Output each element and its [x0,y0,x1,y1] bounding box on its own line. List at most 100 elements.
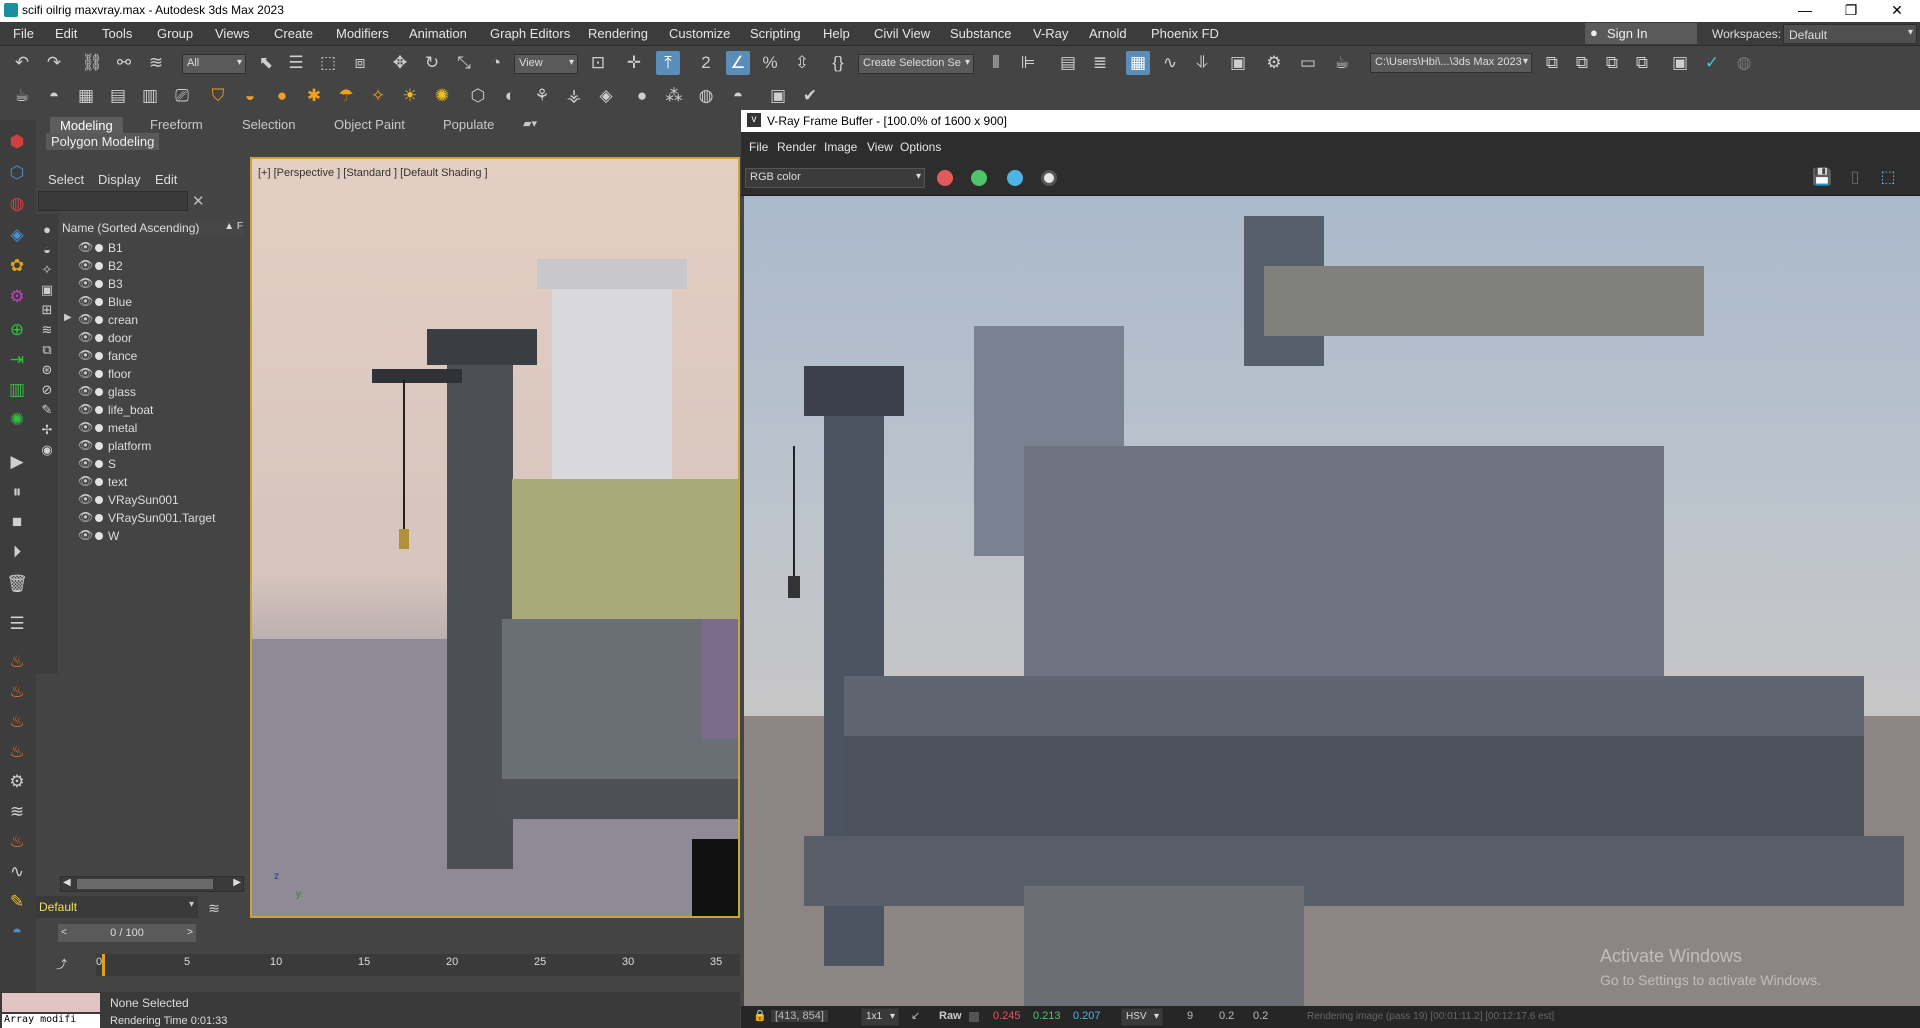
scene-object-row[interactable]: ▶ 👁 crean [60,311,242,329]
menu-customize[interactable]: Customize [669,26,730,41]
scene-object-row[interactable]: 👁 text [60,473,242,491]
toggle-ribbon-icon[interactable]: ▦ [1126,51,1150,75]
save-project-icon[interactable]: ▣ [1668,51,1692,75]
vray-ies-light-icon[interactable]: ✱ [302,84,326,108]
scene-object-row[interactable]: 👁 floor [60,365,242,383]
vray-material-icon[interactable]: ⁂ [662,84,686,108]
bind-spacewarp-icon[interactable]: ≋ [144,51,168,75]
pivot-center-icon[interactable]: ⊡ [586,51,610,75]
scroll-right-icon[interactable]: ▶ [233,877,241,888]
scene-object-row[interactable]: 👁 fance [60,347,242,365]
scene-object-row[interactable]: 👁 B1 [60,239,242,257]
scrollbar-thumb[interactable] [77,879,213,889]
scene-object-row[interactable]: 👁 life_boat [60,401,242,419]
ribbon-options-icon[interactable]: ▰▾ [523,117,537,130]
phoenix-smoke-icon[interactable]: ♨ [5,680,29,704]
visibility-eye-icon[interactable]: 👁 [78,348,93,362]
pipe-icon[interactable]: ⊕ [5,318,29,342]
visibility-eye-icon[interactable]: 👁 [78,276,93,290]
angle-snap-icon[interactable]: ∠ [726,51,750,75]
visibility-eye-icon[interactable]: 👁 [78,510,93,524]
vray-light-icon[interactable]: ⛉ [206,84,230,108]
visibility-eye-icon[interactable]: 👁 [78,420,93,434]
menu-rendering[interactable]: Rendering [588,26,648,41]
phoenix-wave-icon[interactable]: ∿ [5,860,29,884]
select-manipulate-icon[interactable]: ✛ [622,51,646,75]
visibility-eye-icon[interactable]: 👁 [78,438,93,452]
vray-bake-icon[interactable]: ▣ [766,84,790,108]
tab-populate[interactable]: Populate [443,117,494,132]
clear-search-icon[interactable]: ✕ [192,192,205,210]
menu-create[interactable]: Create [274,26,313,41]
menu-civil-view[interactable]: Civil View [874,26,930,41]
save-image-icon[interactable]: 💾 [1810,166,1834,190]
menu-vray[interactable]: V-Ray [1033,26,1068,41]
open-project-icon[interactable]: ⧉ [1540,51,1564,75]
sx-tab-display[interactable]: Display [98,172,141,187]
material-editor-icon[interactable]: ▣ [1226,51,1250,75]
utilities-icon[interactable]: ⚙ [5,285,29,309]
rendered-frame-window-icon[interactable]: ▭ [1296,51,1320,75]
vray-tool-2-icon[interactable]: ⧉ [1600,51,1624,75]
vray-proxy-icon[interactable]: ⬡ [466,84,490,108]
vfb-menu-render[interactable]: Render [777,140,816,154]
red-channel-button[interactable] [937,170,953,186]
menu-modifiers[interactable]: Modifiers [336,26,389,41]
timeline-ruler[interactable]: 0 5 10 15 20 25 30 35 [96,954,740,976]
channel-dropdown[interactable]: RGB color [745,168,925,188]
keyboard-shortcut-icon[interactable]: ⤒ [656,51,680,75]
render-frame-icon[interactable]: ◓ [42,84,66,108]
menu-scripting[interactable]: Scripting [750,26,801,41]
menu-phoenix-fd[interactable]: Phoenix FD [1151,26,1219,41]
curve-editor-mini-icon[interactable]: ⤴ [56,956,67,972]
teapot-icon[interactable]: ☕ [10,84,34,108]
sync-icon[interactable]: ◍ [1732,51,1756,75]
workspaces-dropdown[interactable]: Default [1783,24,1917,44]
percent-snap-icon[interactable]: % [758,51,782,75]
phoenix-source-icon[interactable]: ♨ [5,740,29,764]
vfb-menu-view[interactable]: View [867,140,893,154]
visibility-eye-icon[interactable]: 👁 [78,312,93,326]
layer-manager-icon[interactable]: ≋ [202,896,226,918]
phoenix-fire-icon[interactable]: ♨ [5,650,29,674]
vray-sphere-icon[interactable]: ● [630,84,654,108]
scene-object-row[interactable]: 👁 B2 [60,257,242,275]
green-channel-button[interactable] [971,170,987,186]
align-icon[interactable]: ⊫ [1016,51,1040,75]
menu-group[interactable]: Group [157,26,193,41]
burst-tool-icon[interactable]: ✺ [5,408,29,432]
vray-sky-icon[interactable]: ✺ [430,84,454,108]
scene-object-row[interactable]: 👁 S [60,455,242,473]
snaps-toggle-icon[interactable]: 2 [694,51,718,75]
named-selection-dropdown[interactable]: Create Selection Se [858,54,974,74]
tab-freeform[interactable]: Freeform [150,117,203,132]
vray-ambient-light-icon[interactable]: ☂ [334,84,358,108]
sign-in-button[interactable]: ● Sign In [1585,23,1697,44]
close-button[interactable]: ✕ [1874,0,1920,22]
curve-editor-icon[interactable]: ∿ [1158,51,1182,75]
hierarchy-icon[interactable]: ◍ [5,192,29,216]
sx-tab-select[interactable]: Select [48,172,84,187]
maximize-button[interactable]: ❐ [1828,0,1874,22]
menu-file[interactable]: File [13,26,34,41]
vray-displacement-icon[interactable]: ⚶ [562,84,586,108]
visibility-eye-icon[interactable]: 👁 [78,528,93,542]
link-icon[interactable]: ⛓ [80,51,104,75]
time-slider[interactable]: <0 / 100 > [58,924,196,942]
toggle-scene-explorer-icon[interactable]: ▤ [1056,51,1080,75]
clear-image-icon[interactable]: ▯ [1843,166,1867,190]
move-icon[interactable]: ✥ [388,51,412,75]
rotate-icon[interactable]: ↻ [420,51,444,75]
panel-polygon-modeling[interactable]: Polygon Modeling [46,133,160,150]
select-object-icon[interactable]: ⬉ [254,51,278,75]
maxscript-mini-listener[interactable]: Array modifi [2,1014,100,1028]
prev-frame-icon[interactable]: < [61,924,67,942]
minimize-button[interactable]: — [1782,0,1828,22]
scene-object-row[interactable]: 👁 VRaySun001.Target [60,509,242,527]
render-setup-icon[interactable]: ⚙ [1262,51,1286,75]
phoenix-ocean-icon[interactable]: ◓ [5,920,29,944]
vfb-menu-options[interactable]: Options [900,140,941,154]
render-production-icon[interactable]: ☕ [1330,51,1354,75]
lock-icon[interactable]: 🔒 [753,1009,767,1022]
toggle-layer-explorer-icon[interactable]: ≣ [1088,51,1112,75]
